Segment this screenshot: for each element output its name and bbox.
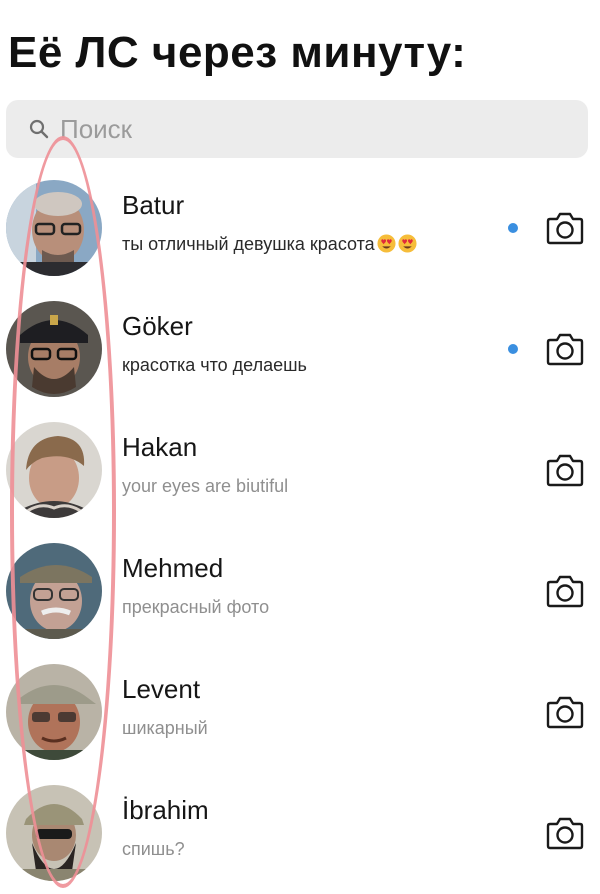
meme-caption: Её ЛС через минуту: — [8, 28, 467, 77]
camera-icon[interactable] — [545, 694, 585, 730]
avatar[interactable] — [6, 301, 102, 397]
chat-preview-text: ты отличный девушка красота — [122, 234, 375, 254]
chat-row-mehmed[interactable]: Mehmed прекрасный фото — [0, 531, 600, 652]
chat-name: İbrahim — [122, 795, 209, 825]
chat-row-batur[interactable]: Batur ты отличный девушка красота — [0, 168, 600, 289]
chat-preview: красотка что делаешь — [122, 355, 307, 375]
chat-preview: ты отличный девушка красота — [122, 234, 417, 255]
avatar[interactable] — [6, 543, 102, 639]
chat-row-goker[interactable]: Göker красотка что делаешь — [0, 289, 600, 410]
chat-row-levent[interactable]: Levent шикарный — [0, 652, 600, 773]
chat-name: Batur — [122, 190, 185, 220]
avatar[interactable] — [6, 664, 102, 760]
unread-indicator — [508, 344, 518, 354]
heart-eyes-emoji-icon — [398, 234, 417, 253]
chat-preview: прекрасный фото — [122, 597, 270, 617]
heart-eyes-emoji-icon — [377, 234, 396, 253]
chat-name: Hakan — [122, 432, 198, 462]
avatar[interactable] — [6, 180, 102, 276]
chat-row-ibrahim[interactable]: İbrahim спишь? — [0, 773, 600, 894]
chat-preview: спишь? — [122, 839, 185, 859]
chat-preview: your eyes are biutiful — [122, 476, 289, 496]
chat-name: Mehmed — [122, 553, 224, 583]
search-icon — [28, 118, 50, 140]
avatar[interactable] — [6, 785, 102, 881]
unread-indicator — [508, 223, 518, 233]
search-bar[interactable] — [6, 100, 588, 158]
camera-icon[interactable] — [545, 815, 585, 851]
chat-list: Batur ты отличный девушка красота Göker … — [0, 168, 600, 894]
chat-preview: шикарный — [122, 718, 208, 738]
camera-icon[interactable] — [545, 452, 585, 488]
camera-icon[interactable] — [545, 573, 585, 609]
camera-icon[interactable] — [545, 331, 585, 367]
chat-name: Göker — [122, 311, 193, 341]
chat-name: Levent — [122, 674, 201, 704]
chat-row-hakan[interactable]: Hakan your eyes are biutiful — [0, 410, 600, 531]
avatar[interactable] — [6, 422, 102, 518]
search-input[interactable] — [60, 113, 560, 145]
camera-icon[interactable] — [545, 210, 585, 246]
